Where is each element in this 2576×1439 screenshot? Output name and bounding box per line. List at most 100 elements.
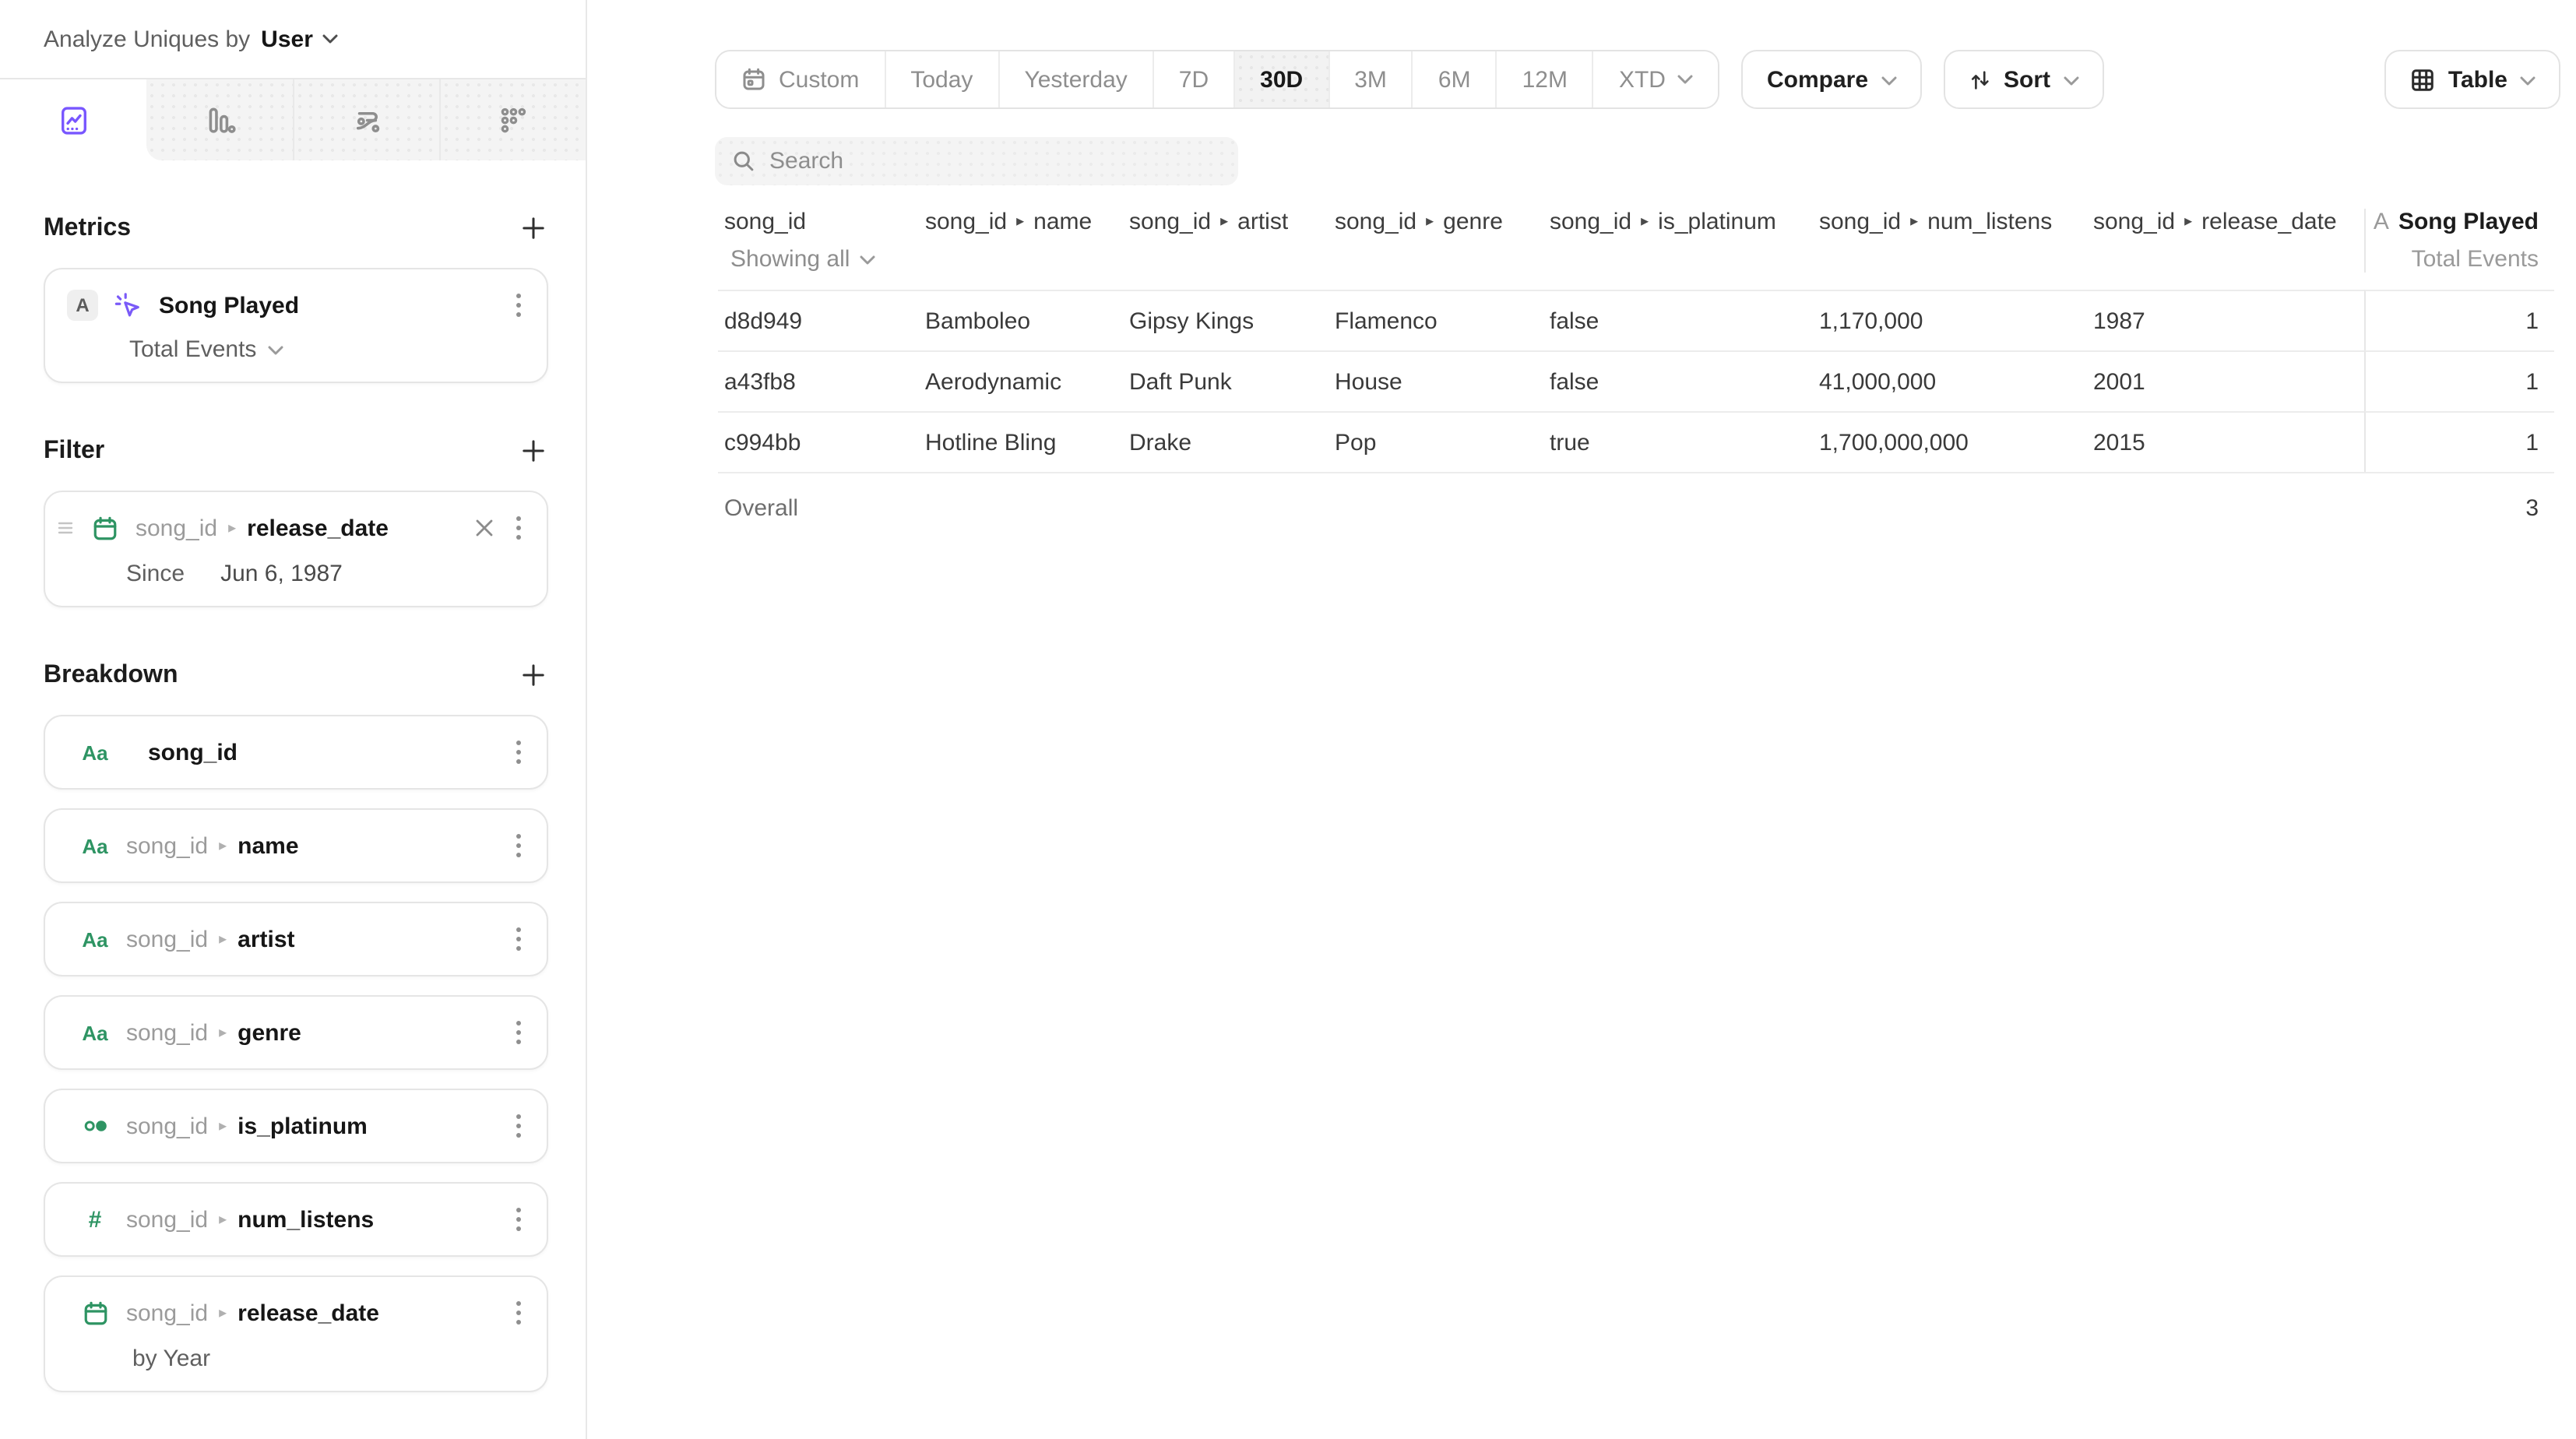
report-main: Custom Today Yesterday 7D 30D 3M 6M 12M … — [587, 0, 2576, 1439]
date-range-30d[interactable]: 30D — [1233, 51, 1328, 107]
property-name: song_id — [148, 739, 238, 765]
kebab-menu-icon — [516, 1207, 522, 1232]
date-range-custom[interactable]: Custom — [716, 51, 884, 107]
add-metric-button[interactable] — [519, 213, 548, 243]
metric-event-name[interactable]: Song Played — [159, 292, 299, 318]
entity-selector[interactable]: User — [261, 26, 338, 52]
drag-handle-icon[interactable] — [58, 520, 73, 536]
date-range-yesterday[interactable]: Yesterday — [998, 51, 1152, 107]
tab-insights[interactable] — [0, 79, 146, 160]
date-range-label: 3M — [1354, 66, 1387, 93]
breakdown-property[interactable]: song_id ▸ name — [126, 832, 299, 859]
column-label: genre — [1443, 209, 1503, 235]
breakdown-options-button[interactable] — [512, 1017, 525, 1048]
cell-song-id: a43fb8 — [718, 350, 919, 411]
text-property-icon: Aa — [82, 836, 107, 856]
breakdown-options-button[interactable] — [512, 924, 525, 955]
overall-label: Overall — [718, 472, 2364, 544]
sort-button[interactable]: Sort — [1943, 50, 2103, 109]
showing-all-selector[interactable]: Showing all — [724, 246, 875, 273]
breakdown-options-button[interactable] — [512, 1204, 525, 1235]
breakdown-options-button[interactable] — [512, 1297, 525, 1328]
date-range-6m[interactable]: 6M — [1412, 51, 1496, 107]
kebab-menu-icon — [516, 293, 522, 318]
property-prefix: song_id — [126, 1206, 208, 1233]
breakdown-property[interactable]: song_id ▸ artist — [126, 926, 295, 952]
breakdown-options-button[interactable] — [512, 1110, 525, 1142]
number-property-icon: # — [89, 1208, 102, 1231]
column-label: song_id — [925, 209, 1007, 235]
property-name: num_listens — [238, 1206, 374, 1233]
metrics-section-header: Metrics — [44, 213, 548, 243]
cell-artist: Daft Punk — [1123, 350, 1328, 411]
date-range-label: XTD — [1619, 66, 1666, 93]
column-header[interactable]: song_id▸num_listens — [1813, 209, 2087, 273]
date-range-12m[interactable]: 12M — [1496, 51, 1592, 107]
filter-operator[interactable]: Since — [126, 561, 185, 587]
cell-num-listens: 41,000,000 — [1813, 350, 2087, 411]
breakdown-property[interactable]: song_id ▸ is_platinum — [126, 1113, 368, 1139]
view-type-label: Table — [2448, 66, 2507, 93]
showing-all-label: Showing all — [730, 246, 850, 273]
aggregation-selector[interactable]: Total Events — [129, 336, 283, 363]
cell-song-id: c994bb — [718, 411, 919, 472]
metric-options-button[interactable] — [512, 290, 525, 321]
results-table: song_id Showing all song_id▸name song_id… — [718, 209, 2560, 544]
compare-button[interactable]: Compare — [1742, 50, 1921, 109]
metric-column-header[interactable]: ASong Played Total Events — [2364, 209, 2554, 273]
date-range-today[interactable]: Today — [884, 51, 998, 107]
breakdown-bucket-label[interactable]: by Year — [132, 1346, 525, 1372]
metric-card: A Song Played Total Events — [44, 268, 548, 383]
breakdown-property[interactable]: song_id — [126, 739, 238, 765]
path-separator: ▸ — [219, 1024, 227, 1041]
add-breakdown-button[interactable] — [519, 660, 548, 690]
add-filter-button[interactable] — [519, 436, 548, 466]
text-property-icon: Aa — [82, 929, 107, 949]
breakdown-property[interactable]: song_id ▸ release_date — [126, 1300, 379, 1326]
plus-icon — [522, 439, 545, 463]
path-separator: ▸ — [1016, 213, 1024, 230]
cell-is-platinum: false — [1543, 350, 1813, 411]
table-grid-icon — [2409, 66, 2436, 93]
path-separator: ▸ — [1426, 213, 1434, 230]
column-header[interactable]: song_id▸name — [919, 209, 1123, 273]
filter-property[interactable]: song_id ▸ release_date — [135, 515, 389, 541]
cell-release-date: 2001 — [2087, 350, 2364, 411]
tab-funnel[interactable] — [146, 79, 293, 160]
filter-options-button[interactable] — [512, 512, 525, 544]
date-range-xtd[interactable]: XTD — [1592, 51, 1719, 107]
column-header[interactable]: song_id▸is_platinum — [1543, 209, 1813, 273]
breakdown-property[interactable]: song_id ▸ num_listens — [126, 1206, 374, 1233]
cell-artist: Drake — [1123, 411, 1328, 472]
breakdown-card: Aa song_id ▸ name — [44, 808, 548, 883]
cell-genre: Flamenco — [1328, 290, 1543, 350]
path-separator: ▸ — [228, 519, 236, 537]
remove-filter-button[interactable] — [472, 515, 497, 540]
breakdown-options-button[interactable] — [512, 737, 525, 768]
breakdown-options-button[interactable] — [512, 830, 525, 861]
date-range-3m[interactable]: 3M — [1328, 51, 1412, 107]
column-header[interactable]: song_id▸genre — [1328, 209, 1543, 273]
date-range-control: Custom Today Yesterday 7D 30D 3M 6M 12M … — [715, 50, 1720, 109]
column-header[interactable]: song_id▸artist — [1123, 209, 1328, 273]
property-prefix: song_id — [126, 926, 208, 952]
breakdown-property[interactable]: song_id ▸ genre — [126, 1019, 301, 1046]
kebab-menu-icon — [516, 927, 522, 952]
column-label: song_id — [1129, 209, 1211, 235]
column-header[interactable]: song_id▸release_date — [2087, 209, 2364, 273]
tab-retention[interactable] — [439, 79, 586, 160]
analyze-header: Analyze Uniques by User — [0, 0, 586, 78]
date-range-label: Yesterday — [1024, 66, 1127, 93]
filter-value[interactable]: Jun 6, 1987 — [220, 561, 343, 587]
report-toolbar: Custom Today Yesterday 7D 30D 3M 6M 12M … — [715, 50, 2560, 109]
sidebar-sections: Metrics A Song Played — [0, 160, 586, 1439]
insights-report: Analyze Uniques by User — [0, 0, 2576, 1439]
date-range-7d[interactable]: 7D — [1153, 51, 1233, 107]
cell-metric-value: 1 — [2364, 411, 2554, 472]
property-prefix: song_id — [126, 1019, 208, 1046]
search-input[interactable] — [769, 148, 1221, 174]
view-type-button[interactable]: Table — [2384, 50, 2560, 109]
tab-flow[interactable] — [293, 79, 439, 160]
breakdown-card: Aa song_id — [44, 715, 548, 790]
chart-type-tabs — [0, 78, 586, 160]
